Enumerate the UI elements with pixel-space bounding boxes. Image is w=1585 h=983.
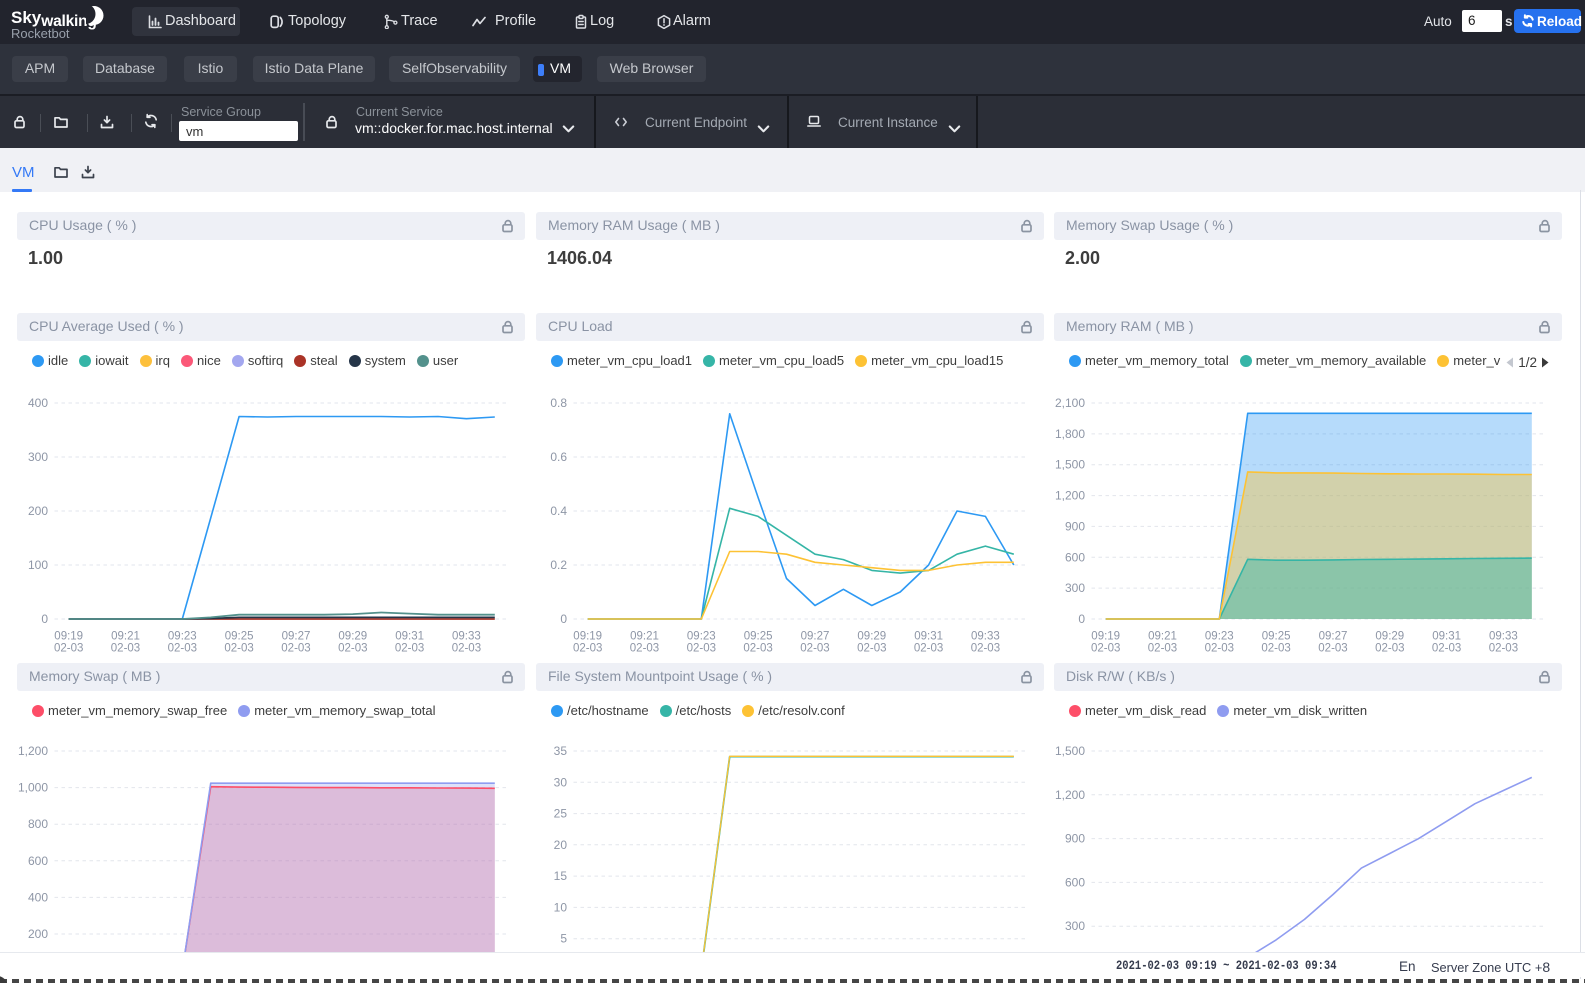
svg-text:02-03: 02-03 (395, 643, 424, 653)
svg-text:02-03: 02-03 (1091, 643, 1120, 653)
svg-text:09:25: 09:25 (1262, 631, 1291, 643)
svg-text:02-03: 02-03 (743, 643, 772, 653)
svg-text:02-03: 02-03 (1205, 643, 1234, 653)
svg-text:300: 300 (1065, 919, 1085, 933)
svg-text:02-03: 02-03 (630, 643, 659, 653)
svg-text:09:31: 09:31 (914, 631, 943, 643)
svg-text:300: 300 (28, 450, 48, 464)
svg-text:09:19: 09:19 (1091, 631, 1120, 643)
svg-text:09:19: 09:19 (54, 631, 83, 643)
svg-text:15: 15 (554, 869, 568, 883)
svg-text:400: 400 (28, 396, 48, 410)
svg-text:100: 100 (28, 558, 48, 572)
svg-text:5: 5 (560, 932, 567, 946)
svg-text:02-03: 02-03 (452, 643, 481, 653)
svg-text:09:29: 09:29 (338, 631, 367, 643)
svg-text:1,200: 1,200 (1055, 489, 1085, 503)
svg-text:02-03: 02-03 (111, 643, 140, 653)
svg-text:02-03: 02-03 (281, 643, 310, 653)
svg-text:2,100: 2,100 (1055, 396, 1085, 410)
svg-text:1,000: 1,000 (18, 781, 48, 795)
svg-text:09:31: 09:31 (395, 631, 424, 643)
svg-text:09:33: 09:33 (452, 631, 481, 643)
svg-text:02-03: 02-03 (573, 643, 602, 653)
svg-text:09:33: 09:33 (971, 631, 1000, 643)
svg-text:02-03: 02-03 (54, 643, 83, 653)
svg-text:20: 20 (554, 838, 568, 852)
svg-text:0.2: 0.2 (550, 558, 567, 572)
svg-text:09:19: 09:19 (573, 631, 602, 643)
svg-text:09:23: 09:23 (1205, 631, 1234, 643)
svg-text:10: 10 (554, 900, 568, 914)
svg-text:02-03: 02-03 (1318, 643, 1347, 653)
svg-text:25: 25 (554, 807, 568, 821)
svg-text:900: 900 (1065, 832, 1085, 846)
svg-text:400: 400 (28, 890, 48, 904)
svg-text:02-03: 02-03 (857, 643, 886, 653)
svg-text:09:29: 09:29 (857, 631, 886, 643)
svg-text:09:31: 09:31 (1432, 631, 1461, 643)
svg-text:0.6: 0.6 (550, 450, 567, 464)
svg-text:1,200: 1,200 (1055, 788, 1085, 802)
svg-text:1,500: 1,500 (1055, 744, 1085, 758)
svg-text:35: 35 (554, 744, 568, 758)
svg-text:09:33: 09:33 (1489, 631, 1518, 643)
svg-text:02-03: 02-03 (971, 643, 1000, 653)
svg-text:02-03: 02-03 (687, 643, 716, 653)
svg-text:09:27: 09:27 (282, 631, 311, 643)
svg-text:02-03: 02-03 (168, 643, 197, 653)
svg-text:0.4: 0.4 (550, 504, 567, 518)
svg-text:30: 30 (554, 775, 568, 789)
svg-text:02-03: 02-03 (800, 643, 829, 653)
svg-text:0.8: 0.8 (550, 396, 567, 410)
svg-text:09:25: 09:25 (225, 631, 254, 643)
svg-text:09:25: 09:25 (744, 631, 773, 643)
svg-text:800: 800 (28, 817, 48, 831)
svg-text:1,800: 1,800 (1055, 427, 1085, 441)
svg-text:02-03: 02-03 (1432, 643, 1461, 653)
svg-text:02-03: 02-03 (338, 643, 367, 653)
svg-text:09:29: 09:29 (1375, 631, 1404, 643)
svg-text:02-03: 02-03 (1375, 643, 1404, 653)
svg-text:02-03: 02-03 (1148, 643, 1177, 653)
svg-text:0: 0 (1078, 612, 1085, 626)
svg-text:09:21: 09:21 (1148, 631, 1177, 643)
svg-text:09:23: 09:23 (168, 631, 197, 643)
svg-text:200: 200 (28, 927, 48, 941)
svg-text:09:27: 09:27 (801, 631, 830, 643)
svg-text:0: 0 (41, 612, 48, 626)
svg-text:900: 900 (1065, 519, 1085, 533)
svg-text:02-03: 02-03 (1489, 643, 1518, 653)
svg-text:1,200: 1,200 (18, 744, 48, 758)
svg-text:02-03: 02-03 (224, 643, 253, 653)
svg-text:600: 600 (1065, 875, 1085, 889)
svg-text:02-03: 02-03 (914, 643, 943, 653)
svg-text:0: 0 (560, 612, 567, 626)
svg-text:600: 600 (1065, 550, 1085, 564)
svg-text:09:21: 09:21 (630, 631, 659, 643)
svg-text:09:21: 09:21 (111, 631, 140, 643)
svg-text:300: 300 (1065, 581, 1085, 595)
svg-text:1,500: 1,500 (1055, 458, 1085, 472)
svg-text:02-03: 02-03 (1261, 643, 1290, 653)
svg-text:600: 600 (28, 854, 48, 868)
svg-text:09:23: 09:23 (687, 631, 716, 643)
svg-text:09:27: 09:27 (1319, 631, 1348, 643)
svg-text:200: 200 (28, 504, 48, 518)
